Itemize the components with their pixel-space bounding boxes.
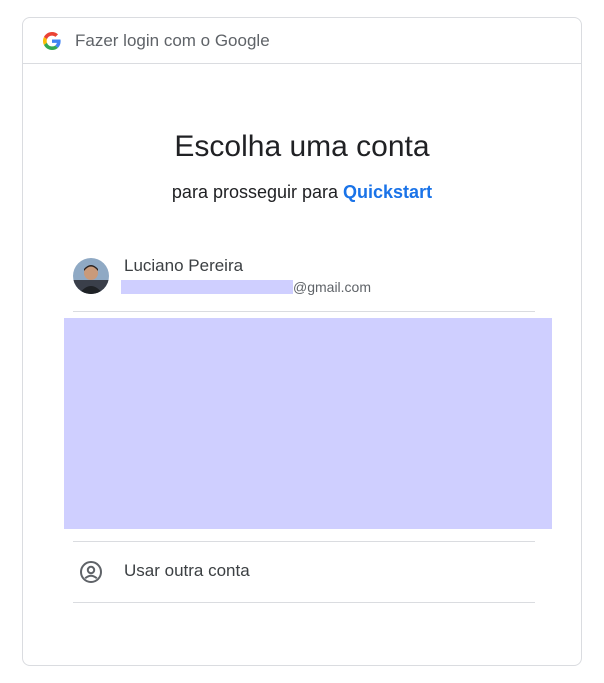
- use-another-account-label: Usar outra conta: [124, 561, 250, 580]
- page-subtitle: para prosseguir para Quickstart: [23, 182, 581, 203]
- google-g-icon: [43, 31, 61, 50]
- account-email: @gmail.com: [121, 279, 371, 295]
- subtitle-prefix: para prosseguir para: [171, 182, 344, 202]
- signin-card: Fazer login com o Google Escolha uma con…: [22, 17, 582, 666]
- email-suffix: @gmail.com: [293, 279, 372, 295]
- account-name: Luciano Pereira: [124, 256, 244, 275]
- header-title: Fazer login com o Google: [75, 30, 270, 50]
- redacted-accounts-region: [64, 318, 552, 529]
- use-another-account-button[interactable]: Usar outra conta: [73, 541, 535, 603]
- account-circle-icon: [80, 561, 102, 583]
- redacted-email-prefix: [121, 280, 293, 294]
- user-avatar-icon: [73, 258, 109, 294]
- app-name-link[interactable]: Quickstart: [343, 182, 432, 202]
- page-title: Escolha uma conta: [174, 130, 430, 163]
- card-header: Fazer login com o Google: [23, 18, 581, 64]
- avatar: [73, 258, 109, 294]
- account-list-item[interactable]: Luciano Pereira @gmail.com: [73, 250, 535, 312]
